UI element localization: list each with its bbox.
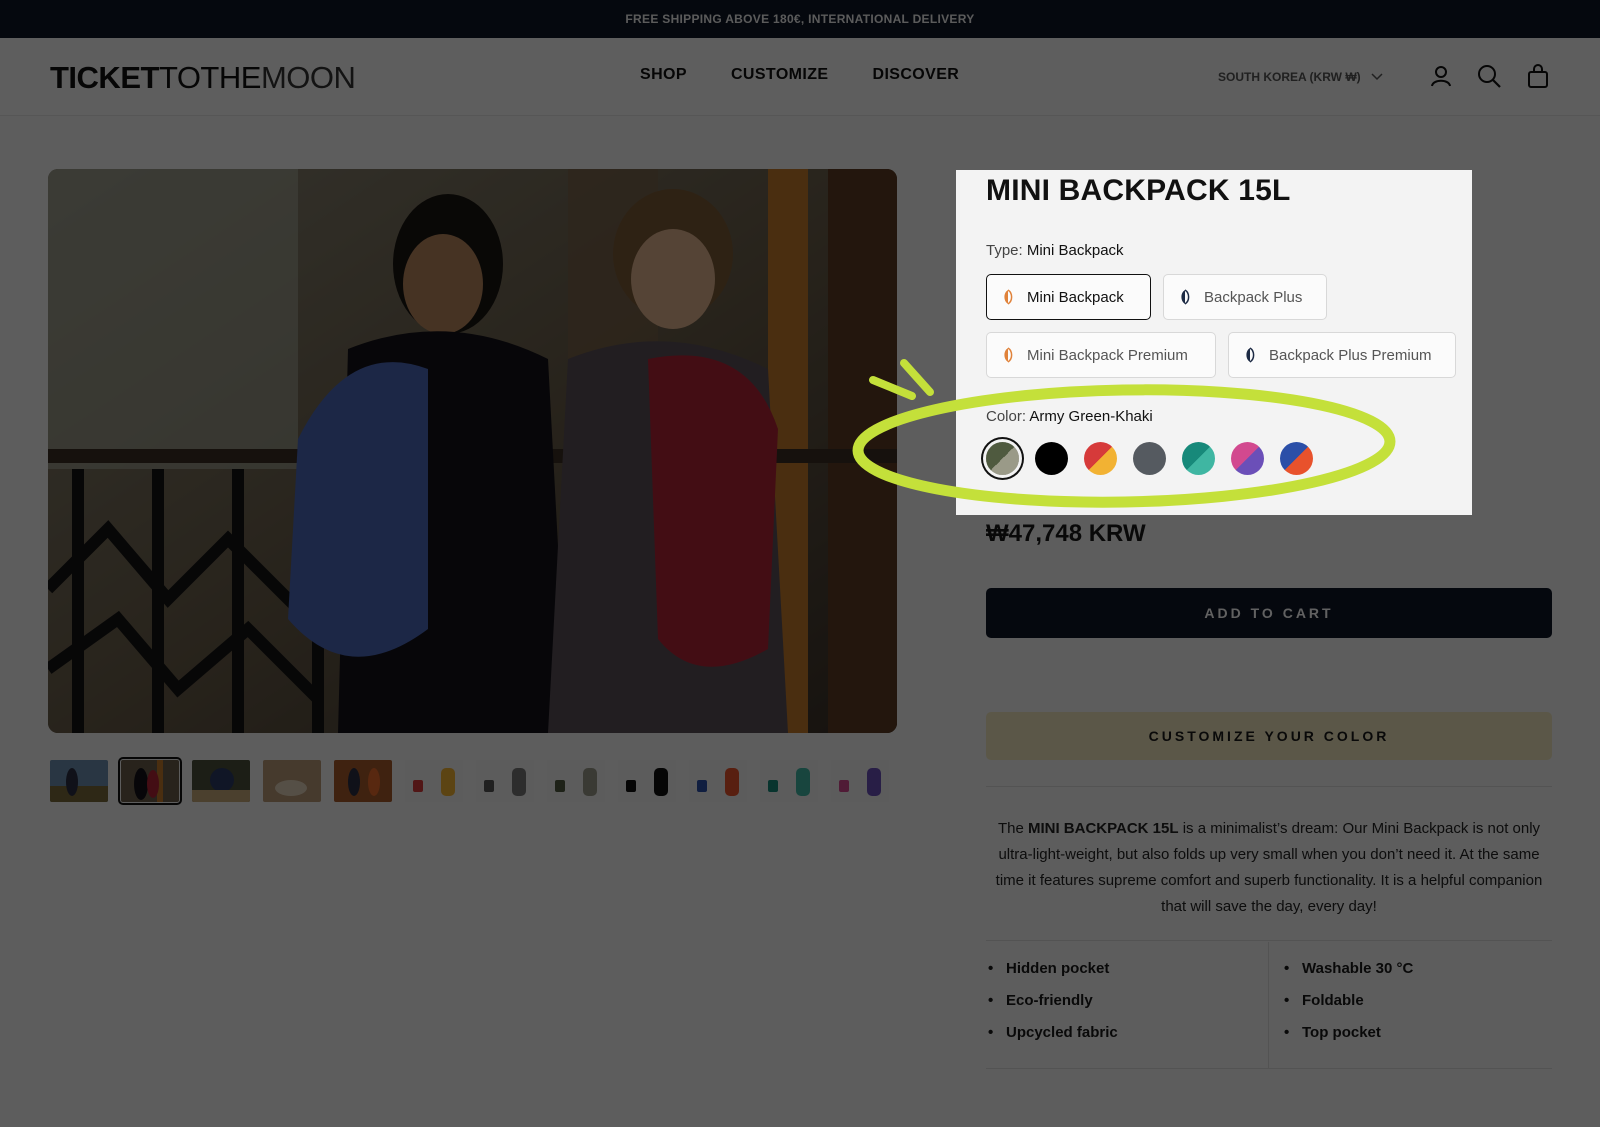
feature-item: Eco-friendly xyxy=(986,992,1268,1024)
type-label-line: Type: Mini Backpack xyxy=(986,242,1124,259)
thumbnail[interactable] xyxy=(760,760,818,802)
product-photo-scene xyxy=(48,169,897,733)
type-option-label: Backpack Plus xyxy=(1204,288,1303,306)
chevron-down-icon xyxy=(1371,73,1383,81)
swatch-pink-purple[interactable] xyxy=(1231,442,1264,475)
type-option-backpack-plus[interactable]: Backpack Plus xyxy=(1163,274,1327,320)
color-label-line: Color: Army Green-Khaki xyxy=(986,408,1153,425)
type-option-label: Backpack Plus Premium xyxy=(1269,346,1432,364)
nav-customize[interactable]: CUSTOMIZE xyxy=(731,66,829,84)
feature-item: Washable 30 °C xyxy=(1282,960,1552,992)
site-header: TICKET TOTHE MOON SHOP CUSTOMIZE DISCOVE… xyxy=(0,38,1600,116)
feature-column-right: Washable 30 °C Foldable Top pocket xyxy=(1282,942,1552,1068)
highlight-dash xyxy=(900,359,934,396)
customize-color-button[interactable]: CUSTOMIZE YOUR COLOR xyxy=(986,712,1552,760)
nav-shop[interactable]: SHOP xyxy=(640,66,687,84)
backpack-half-icon xyxy=(1001,289,1015,305)
site-logo[interactable]: TICKET TOTHE MOON xyxy=(50,60,356,95)
thumbnail[interactable] xyxy=(118,757,182,805)
swatch-blue-orange[interactable] xyxy=(1280,442,1313,475)
product-options-panel: MINI BACKPACK 15L Type: Mini Backpack Mi… xyxy=(956,170,1472,515)
color-value: Army Green-Khaki xyxy=(1029,408,1153,425)
product-price: ₩47,748 KRW xyxy=(986,520,1146,547)
swatch-black[interactable] xyxy=(1035,442,1068,475)
add-to-cart-button[interactable]: ADD TO CART xyxy=(986,588,1552,638)
type-option-mini-backpack[interactable]: Mini Backpack xyxy=(986,274,1151,320)
nav-discover[interactable]: DISCOVER xyxy=(872,66,959,84)
main-nav: SHOP CUSTOMIZE DISCOVER xyxy=(640,66,959,84)
logo-part-moon: MOON xyxy=(260,60,356,95)
type-option-label: Mini Backpack xyxy=(1027,288,1124,306)
type-option-label: Mini Backpack Premium xyxy=(1027,346,1188,364)
product-title: MINI BACKPACK 15L xyxy=(986,174,1291,207)
product-main-image[interactable] xyxy=(48,169,897,733)
feature-item: Upcycled fabric xyxy=(986,1024,1268,1056)
type-option-backpack-plus-premium[interactable]: Backpack Plus Premium xyxy=(1228,332,1456,378)
feature-item: Top pocket xyxy=(1282,1024,1552,1056)
region-label: SOUTH KOREA (KRW ₩) xyxy=(1218,70,1361,84)
thumbnail[interactable] xyxy=(618,760,676,802)
account-icon[interactable] xyxy=(1427,62,1455,90)
thumbnail[interactable] xyxy=(689,760,747,802)
feature-item: Hidden pocket xyxy=(986,960,1268,992)
type-option-mini-backpack-premium[interactable]: Mini Backpack Premium xyxy=(986,332,1216,378)
logo-part-tothe: TOTHE xyxy=(158,60,262,95)
product-description: The MINI BACKPACK 15L is a minimalist’s … xyxy=(986,816,1552,920)
description-text-pre: The xyxy=(997,820,1028,837)
announcement-text: FREE SHIPPING ABOVE 180€, INTERNATIONAL … xyxy=(625,12,975,26)
announcement-bar: FREE SHIPPING ABOVE 180€, INTERNATIONAL … xyxy=(0,0,1600,38)
backpack-half-icon xyxy=(1001,347,1015,363)
thumbnail[interactable] xyxy=(405,760,463,802)
thumbnail[interactable] xyxy=(263,760,321,802)
thumbnail[interactable] xyxy=(547,760,605,802)
logo-part-ticket: TICKET xyxy=(50,60,159,95)
swatch-teal-green[interactable] xyxy=(1182,442,1215,475)
region-selector[interactable]: SOUTH KOREA (KRW ₩) xyxy=(1218,70,1383,84)
type-label: Type: xyxy=(986,242,1023,259)
divider xyxy=(986,786,1552,787)
feature-list: Hidden pocket Eco-friendly Upcycled fabr… xyxy=(986,942,1552,1068)
search-icon[interactable] xyxy=(1475,62,1503,90)
thumbnail[interactable] xyxy=(192,760,250,802)
thumbnail[interactable] xyxy=(831,760,889,802)
thumbnail[interactable] xyxy=(334,760,392,802)
swatch-army-green-khaki[interactable] xyxy=(986,442,1019,475)
description-product-name: MINI BACKPACK 15L xyxy=(1027,820,1179,837)
type-value: Mini Backpack xyxy=(1026,242,1124,259)
thumbnail[interactable] xyxy=(476,760,534,802)
swatch-red-yellow[interactable] xyxy=(1084,442,1117,475)
color-swatches xyxy=(986,442,1313,475)
divider xyxy=(986,1068,1552,1069)
thumbnail[interactable] xyxy=(50,760,108,802)
backpack-half-icon xyxy=(1243,347,1257,363)
thumbnail-strip xyxy=(50,757,889,805)
backpack-half-icon xyxy=(1178,289,1192,305)
cart-icon[interactable] xyxy=(1524,62,1552,90)
swatch-grey[interactable] xyxy=(1133,442,1166,475)
feature-item: Foldable xyxy=(1282,992,1552,1024)
color-label: Color: xyxy=(986,408,1027,425)
feature-column-left: Hidden pocket Eco-friendly Upcycled fabr… xyxy=(986,942,1269,1068)
divider xyxy=(986,940,1552,941)
